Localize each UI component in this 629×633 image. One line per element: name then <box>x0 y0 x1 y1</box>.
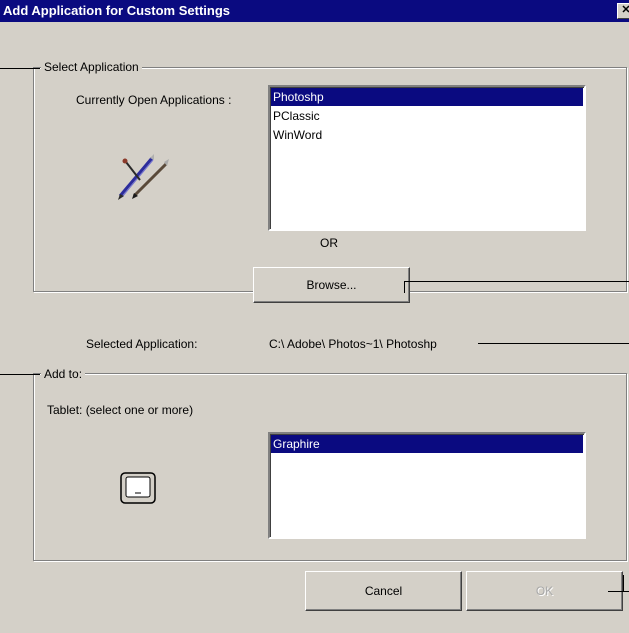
close-icon: ✕ <box>621 4 629 16</box>
pens-icon <box>116 152 172 200</box>
cancel-button[interactable]: Cancel <box>305 571 462 611</box>
list-item-winword[interactable]: WinWord <box>271 126 583 144</box>
callout-line-browse <box>404 281 629 282</box>
selected-application-path: C:\ Adobe\ Photos~1\ Photoshp <box>269 337 437 351</box>
selected-application-label: Selected Application: <box>86 337 198 351</box>
or-label: OR <box>320 236 338 250</box>
cancel-button-label: Cancel <box>364 584 403 598</box>
browse-button[interactable]: Browse... <box>253 267 410 303</box>
tablet-icon <box>118 470 158 506</box>
callout-tick-browse <box>404 281 405 293</box>
add-to-legend: Add to: <box>41 367 86 381</box>
open-apps-label: Currently Open Applications : <box>76 93 232 107</box>
tablet-listbox[interactable]: Graphire <box>268 432 586 539</box>
callout-line-ok <box>608 591 629 592</box>
callout-tick-ok <box>623 575 624 592</box>
open-apps-listbox[interactable]: Photoshp PClassic WinWord <box>268 85 586 231</box>
callout-line-select-application <box>0 68 40 69</box>
tablet-label: Tablet: (select one or more) <box>47 403 194 417</box>
add-application-dialog: Add Application for Custom Settings ✕ Se… <box>0 0 629 633</box>
ok-button-label: OK <box>535 584 554 598</box>
list-item-photoshp[interactable]: Photoshp <box>271 88 583 106</box>
close-button[interactable]: ✕ <box>617 3 629 19</box>
select-application-legend: Select Application <box>41 60 142 74</box>
ok-button[interactable]: OK <box>466 571 623 611</box>
callout-line-add-to <box>0 374 40 375</box>
list-item-graphire[interactable]: Graphire <box>271 435 583 453</box>
browse-button-label: Browse... <box>306 278 357 292</box>
title-bar: Add Application for Custom Settings ✕ <box>0 0 629 22</box>
callout-line-selected-path <box>478 343 629 344</box>
list-item-pclassic[interactable]: PClassic <box>271 107 583 125</box>
window-title: Add Application for Custom Settings <box>3 3 231 18</box>
